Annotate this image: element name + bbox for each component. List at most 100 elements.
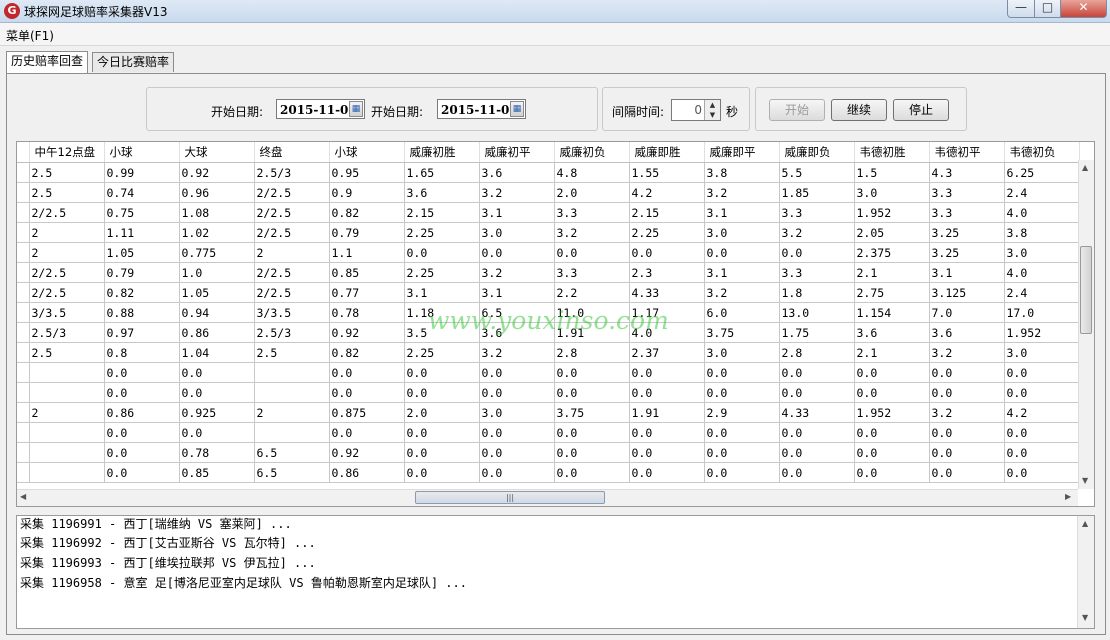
spin-down-icon[interactable]: ▼ [705,110,720,120]
row-indicator[interactable] [17,462,30,483]
title-bar[interactable]: G 球探网足球赔率采集器V13 — □ ✕ [0,0,1110,23]
odds-grid[interactable]: 中午12点盘 小球 大球 终盘 小球 威廉初胜 威廉初平 威廉初负 威廉即胜 威廉即平 威廉即负 韦德… [16,141,1095,507]
row-indicator[interactable] [17,402,30,423]
table-cell: 2 [254,242,330,263]
column-header[interactable]: 中午12点盘 [29,142,105,163]
interval-label: 间隔时间: [612,105,665,119]
menu-main[interactable]: 菜单(F1) [6,27,54,44]
table-cell: 1.8 [779,282,855,303]
start-button[interactable]: 开始 [769,99,825,121]
row-indicator[interactable] [17,242,30,263]
close-button[interactable]: ✕ [1060,0,1107,18]
table-row[interactable]: 2.5 0.8 1.04 2.5 0.82 2.25 3.2 2.8 2.37 3.0 2.8 2.1… [17,342,1080,363]
table-cell: 3.6 [479,322,555,343]
column-header[interactable]: 小球 [104,142,180,163]
table-row[interactable]: 2 1.05 0.775 2 1.1 0.0 0.0 0.0 0.0 0.0 0.0 2.375 3.2… [17,242,1080,263]
row-indicator[interactable] [17,222,30,243]
column-header[interactable]: 小球 [329,142,405,163]
table-row[interactable]: 2 0.86 0.925 2 0.875 2.0 3.0 3.75 1.91 2.9 4.33 1.9… [17,402,1080,423]
row-indicator[interactable] [17,162,30,183]
row-indicator[interactable] [17,362,30,383]
interval-spinner[interactable]: 0 ▲ ▼ [671,99,721,121]
end-date-picker[interactable]: 2015-11-09 ▦ [437,99,526,119]
horizontal-scroll-thumb[interactable]: ||| [415,491,605,504]
scroll-down-icon[interactable]: ▼ [1082,613,1088,622]
table-cell: 0.0 [1004,462,1080,483]
table-row[interactable]: 2.5 0.99 0.92 2.5/3 0.95 1.65 3.6 4.8 1.55 3.8 5.5… [17,162,1080,183]
row-indicator[interactable] [17,442,30,463]
column-header[interactable]: 威廉初平 [479,142,555,163]
grid-horizontal-scrollbar[interactable]: ◀ ||| ▶ [17,489,1078,506]
table-cell: 0.0 [629,362,705,383]
column-header[interactable]: 大球 [179,142,255,163]
table-cell: 0.0 [404,422,480,443]
column-header[interactable]: 韦德初平 [929,142,1005,163]
table-row[interactable]: 0.0 0.0 0.0 0.0 0.0 0.0 0.0 0.0 0.0 0.0 0.0 0.0 [17,362,1080,383]
table-row[interactable]: 0.0 0.85 6.5 0.86 0.0 0.0 0.0 0.0 0.0 0.0 0.0 0.0 0.… [17,462,1080,483]
tab-today-odds[interactable]: 今日比赛赔率 [92,52,175,72]
calendar-icon[interactable]: ▦ [510,101,524,117]
column-header[interactable]: 威廉即胜 [629,142,705,163]
table-row[interactable]: 2.5/3 0.97 0.86 2.5/3 0.92 3.5 3.6 1.91 4.0 3.75 1… [17,322,1080,343]
table-row[interactable]: 0.0 0.0 0.0 0.0 0.0 0.0 0.0 0.0 0.0 0.0 0.0 0.0 [17,422,1080,443]
table-cell: 0.9 [329,182,405,203]
scroll-right-icon[interactable]: ▶ [1065,492,1071,501]
spinner-buttons: ▲ ▼ [704,100,720,120]
log-output[interactable]: 采集 1196991 - 西丁[瑞维纳 VS 塞莱阿] ... 采集 11969… [16,515,1095,629]
table-cell: 2.375 [854,242,930,263]
start-date-picker[interactable]: 2015-11-08 ▦ [276,99,365,119]
column-header[interactable]: 威廉即平 [704,142,780,163]
column-header[interactable]: 威廉即负 [779,142,855,163]
table-cell: 2.25 [404,262,480,283]
table-cell: 0.0 [629,462,705,483]
vertical-scroll-thumb[interactable] [1080,246,1092,334]
scroll-up-icon[interactable]: ▲ [1082,519,1088,528]
scroll-up-icon[interactable]: ▲ [1082,163,1088,172]
row-indicator[interactable] [17,282,30,303]
table-row[interactable]: 2.5 0.74 0.96 2/2.5 0.9 3.6 3.2 2.0 4.2 3.2 1.85 3.… [17,182,1080,203]
row-indicator[interactable] [17,422,30,443]
table-cell: 0.875 [329,402,405,423]
row-indicator[interactable] [17,302,30,323]
row-indicator[interactable] [17,382,30,403]
calendar-icon[interactable]: ▦ [349,101,363,117]
column-header[interactable]: 韦德初负 [1004,142,1080,163]
table-cell: 6.5 [254,442,330,463]
table-cell: 3.8 [704,162,780,183]
row-indicator[interactable] [17,342,30,363]
continue-button[interactable]: 继续 [831,99,887,121]
table-cell: 0.0 [854,422,930,443]
table-row[interactable]: 3/3.5 0.88 0.94 3/3.5 0.78 1.18 6.5 11.0 1.17 6.0… [17,302,1080,323]
stop-button[interactable]: 停止 [893,99,949,121]
table-cell: 6.25 [1004,162,1080,183]
table-row[interactable]: 2/2.5 0.79 1.0 2/2.5 0.85 2.25 3.2 3.3 2.3 3.1 3.3… [17,262,1080,283]
table-cell: 3.0 [1004,242,1080,263]
row-indicator[interactable] [17,182,30,203]
scroll-down-icon[interactable]: ▼ [1082,476,1088,485]
column-header[interactable]: 韦德初胜 [854,142,930,163]
menu-bar: 菜单(F1) [0,23,1110,46]
table-row[interactable]: 2/2.5 0.75 1.08 2/2.5 0.82 2.15 3.1 3.3 2.15 3.1 3… [17,202,1080,223]
minimize-button[interactable]: — [1007,0,1035,18]
row-indicator[interactable] [17,202,30,223]
table-cell: 0.92 [329,322,405,343]
column-header[interactable]: 威廉初负 [554,142,630,163]
table-cell: 0.94 [179,302,255,323]
row-indicator[interactable] [17,322,30,343]
table-cell: 1.05 [179,282,255,303]
table-row[interactable]: 0.0 0.78 6.5 0.92 0.0 0.0 0.0 0.0 0.0 0.0 0.0 0.0 0.… [17,442,1080,463]
row-indicator[interactable] [17,262,30,283]
log-scrollbar[interactable]: ▲ ▼ [1077,516,1094,628]
maximize-button[interactable]: □ [1034,0,1061,18]
table-cell: 2.9 [704,402,780,423]
table-row[interactable]: 0.0 0.0 0.0 0.0 0.0 0.0 0.0 0.0 0.0 0.0 0.0 0.0 [17,382,1080,403]
column-header[interactable]: 终盘 [254,142,330,163]
table-cell: 1.0 [179,262,255,283]
scroll-left-icon[interactable]: ◀ [20,492,26,501]
table-cell: 3.6 [404,182,480,203]
column-header[interactable]: 威廉初胜 [404,142,480,163]
table-row[interactable]: 2 1.11 1.02 2/2.5 0.79 2.25 3.0 3.2 2.25 3.0 3.2 2.… [17,222,1080,243]
table-row[interactable]: 2/2.5 0.82 1.05 2/2.5 0.77 3.1 3.1 2.2 4.33 3.2 1.… [17,282,1080,303]
tab-history-odds[interactable]: 历史赔率回查 [6,51,89,73]
grid-vertical-scrollbar[interactable]: ▲ ▼ [1078,160,1094,489]
